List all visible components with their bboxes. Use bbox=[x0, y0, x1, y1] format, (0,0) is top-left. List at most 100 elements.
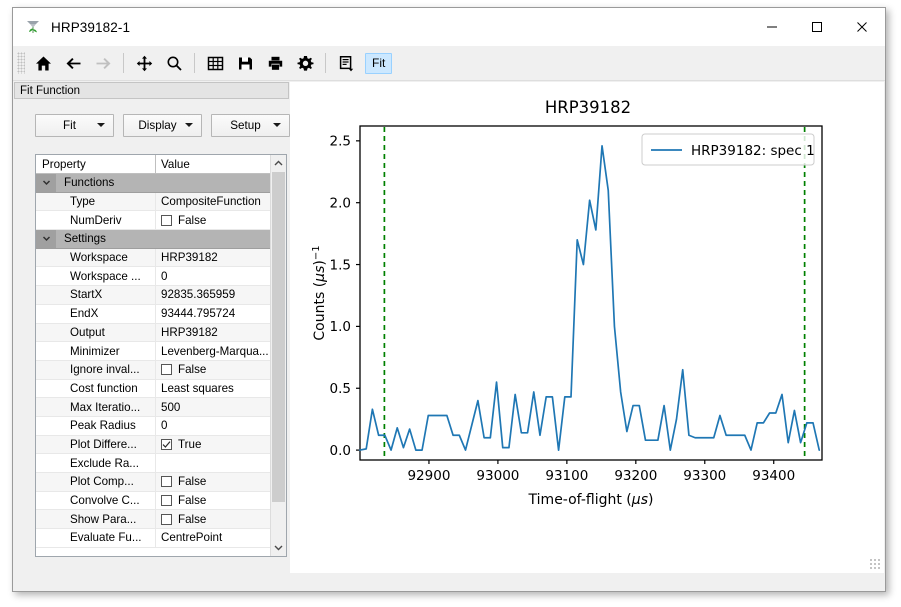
scroll-up-arrow-icon[interactable] bbox=[271, 155, 286, 172]
chevron-down-icon[interactable] bbox=[36, 174, 56, 192]
scrollbar-thumb[interactable] bbox=[272, 172, 285, 502]
checkbox-checked-icon[interactable] bbox=[161, 439, 172, 450]
table-row[interactable]: Max Iteratio... 500 bbox=[36, 398, 270, 417]
table-row[interactable]: Minimizer Levenberg-Marqua... bbox=[36, 342, 270, 361]
home-button[interactable] bbox=[28, 49, 58, 77]
fit-toggle-button[interactable]: Fit bbox=[365, 53, 392, 74]
setup-menu-button[interactable]: Setup bbox=[211, 114, 290, 137]
chart-title: HRP39182 bbox=[545, 98, 631, 117]
table-row[interactable]: Peak Radius 0 bbox=[36, 417, 270, 436]
checkbox-unchecked-icon[interactable] bbox=[161, 495, 172, 506]
matplotlib-figure[interactable]: HRP39182 0.00.51.01.52.02.5 929009300093… bbox=[290, 82, 884, 573]
y-tick-label: 0.0 bbox=[330, 443, 351, 459]
column-header-property: Property bbox=[36, 155, 156, 173]
property-value[interactable]: HRP39182 bbox=[156, 249, 270, 267]
property-name: Show Para... bbox=[36, 510, 156, 528]
property-value[interactable]: 92835.365959 bbox=[156, 286, 270, 304]
back-button[interactable] bbox=[58, 49, 88, 77]
property-value[interactable]: 500 bbox=[156, 398, 270, 416]
table-row[interactable]: Convolve C... False bbox=[36, 492, 270, 511]
property-value[interactable]: False bbox=[156, 510, 270, 528]
table-row[interactable]: Cost function Least squares bbox=[36, 380, 270, 399]
x-tick-label: 93400 bbox=[752, 468, 795, 484]
close-button[interactable] bbox=[839, 8, 884, 45]
property-value[interactable]: Levenberg-Marqua... bbox=[156, 342, 270, 360]
table-row[interactable]: StartX 92835.365959 bbox=[36, 286, 270, 305]
checkbox-unchecked-icon[interactable] bbox=[161, 364, 172, 375]
property-value[interactable]: Least squares bbox=[156, 380, 270, 398]
property-value[interactable]: CentrePoint bbox=[156, 529, 270, 547]
zoom-button[interactable] bbox=[159, 49, 189, 77]
x-tick-label: 93000 bbox=[476, 468, 519, 484]
fit-function-panel-header: Fit Function bbox=[14, 82, 289, 99]
property-value[interactable]: False bbox=[156, 361, 270, 379]
pan-button[interactable] bbox=[129, 49, 159, 77]
checkbox-unchecked-icon[interactable] bbox=[161, 514, 172, 525]
property-value[interactable]: 0 bbox=[156, 417, 270, 435]
scroll-down-arrow-icon[interactable] bbox=[271, 539, 286, 556]
property-name: Peak Radius bbox=[36, 417, 156, 435]
property-value[interactable]: CompositeFunction bbox=[156, 193, 270, 211]
table-row[interactable]: Type CompositeFunction bbox=[36, 193, 270, 212]
property-name: Evaluate Fu... bbox=[36, 529, 156, 547]
property-value[interactable]: False bbox=[156, 211, 270, 229]
plot-canvas[interactable]: HRP39182 0.00.51.01.52.02.5 929009300093… bbox=[290, 82, 884, 573]
save-button[interactable] bbox=[230, 49, 260, 77]
maximize-button[interactable] bbox=[794, 8, 839, 45]
table-row[interactable]: NumDeriv False bbox=[36, 211, 270, 230]
toolbar-drag-handle[interactable] bbox=[17, 52, 25, 74]
toolbar-separator bbox=[325, 53, 326, 73]
table-row[interactable]: Workspace ... 0 bbox=[36, 267, 270, 286]
mantid-workbench-icon bbox=[24, 18, 42, 36]
checkbox-unchecked-icon[interactable] bbox=[161, 476, 172, 487]
table-row[interactable]: Evaluate Fu... CentrePoint bbox=[36, 529, 270, 548]
property-value[interactable]: 93444.795724 bbox=[156, 305, 270, 323]
chart-legend[interactable]: HRP39182: spec 1 bbox=[642, 134, 815, 165]
display-menu-button[interactable]: Display bbox=[123, 114, 202, 137]
checkbox-unchecked-icon[interactable] bbox=[161, 215, 172, 226]
title-bar: HRP39182-1 bbox=[13, 8, 885, 46]
table-row[interactable]: Exclude Ra... bbox=[36, 454, 270, 473]
x-axis-label: Time-of-flight (μs) bbox=[528, 492, 654, 508]
property-name: Exclude Ra... bbox=[36, 454, 156, 472]
chevron-down-icon bbox=[185, 123, 193, 127]
generate-script-button[interactable] bbox=[331, 49, 361, 77]
table-row[interactable]: EndX 93444.795724 bbox=[36, 305, 270, 324]
table-row[interactable]: Ignore inval... False bbox=[36, 361, 270, 380]
table-row[interactable]: Output HRP39182 bbox=[36, 324, 270, 343]
minimize-button[interactable] bbox=[749, 8, 794, 45]
property-value-label: False bbox=[178, 513, 206, 526]
property-value[interactable]: 0 bbox=[156, 267, 270, 285]
grid-button[interactable] bbox=[200, 49, 230, 77]
application-window: HRP39182-1 bbox=[12, 7, 886, 592]
window-resize-grip[interactable] bbox=[869, 558, 880, 569]
table-row[interactable]: Show Para... False bbox=[36, 510, 270, 529]
property-value[interactable]: False bbox=[156, 492, 270, 510]
property-name: Cost function bbox=[36, 380, 156, 398]
settings-button[interactable] bbox=[290, 49, 320, 77]
forward-button[interactable] bbox=[88, 49, 118, 77]
table-row[interactable]: Plot Comp... False bbox=[36, 473, 270, 492]
property-value[interactable]: False bbox=[156, 473, 270, 491]
chevron-down-icon[interactable] bbox=[36, 230, 56, 248]
property-name: Ignore inval... bbox=[36, 361, 156, 379]
print-button[interactable] bbox=[260, 49, 290, 77]
table-row[interactable]: Workspace HRP39182 bbox=[36, 249, 270, 268]
property-group-settings[interactable]: Settings bbox=[36, 230, 270, 249]
table-row[interactable]: Plot Differe... True bbox=[36, 436, 270, 455]
property-value[interactable]: HRP39182 bbox=[156, 324, 270, 342]
scrollbar-track[interactable] bbox=[271, 172, 286, 539]
property-value[interactable] bbox=[156, 454, 270, 472]
toolbar-separator bbox=[123, 53, 124, 73]
fit-menu-button[interactable]: Fit bbox=[35, 114, 114, 137]
property-name: Minimizer bbox=[36, 342, 156, 360]
property-value-label: False bbox=[178, 363, 206, 376]
y-tick-label: 0.5 bbox=[330, 381, 351, 397]
property-group-functions[interactable]: Functions bbox=[36, 174, 270, 193]
fit-menu-button-label: Fit bbox=[36, 119, 97, 132]
property-value[interactable]: True bbox=[156, 436, 270, 454]
property-group-label: Settings bbox=[56, 232, 106, 245]
x-tick-label: 93200 bbox=[614, 468, 657, 484]
property-grid-scrollbar[interactable] bbox=[270, 155, 286, 556]
setup-menu-button-label: Setup bbox=[212, 119, 273, 132]
